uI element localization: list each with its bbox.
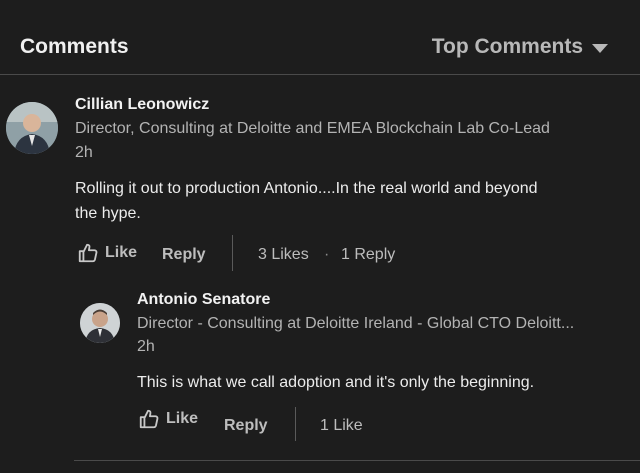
reply-button[interactable]: Reply [224,417,268,435]
like-button[interactable]: Like [77,242,137,264]
reply-author[interactable]: Antonio Senatore [137,291,270,309]
reply-body: This is what we call adoption and it's o… [137,374,535,391]
comments-header: Comments Top Comments [0,0,640,75]
sort-label: Top Comments [431,35,583,58]
like-label: Like [105,244,138,261]
reply-button[interactable]: Reply [162,246,206,264]
author-headline: Director, Consulting at Deloitte and EME… [75,120,550,137]
like-button[interactable]: Like [138,408,198,430]
reply-timestamp: 2h [137,338,155,355]
author-headline: Director - Consulting at Deloitte Irelan… [137,315,575,332]
stat-separator: · [324,246,330,263]
likes-count[interactable]: 3 Likes [258,246,309,264]
comments-title: Comments [20,35,129,58]
divider [74,460,640,461]
avatar[interactable] [80,303,120,343]
comment-timestamp: 2h [75,144,93,161]
comment-body: Rolling it out to production Antonio....… [75,176,615,226]
avatar[interactable] [6,102,58,154]
comment-body-line: Rolling it out to production Antonio....… [75,180,538,197]
comment-body-line: the hype. [75,205,141,222]
likes-count[interactable]: 1 Like [320,417,363,435]
action-divider [295,407,296,441]
comment-author[interactable]: Cillian Leonowicz [75,96,209,114]
action-divider [232,235,233,271]
caret-down-icon [592,43,608,53]
replies-count[interactable]: 1 Reply [341,246,395,264]
thumbs-up-icon [139,409,159,429]
like-label: Like [166,410,199,427]
sort-dropdown[interactable]: Top Comments [432,35,608,59]
thumbs-up-icon [78,243,98,263]
